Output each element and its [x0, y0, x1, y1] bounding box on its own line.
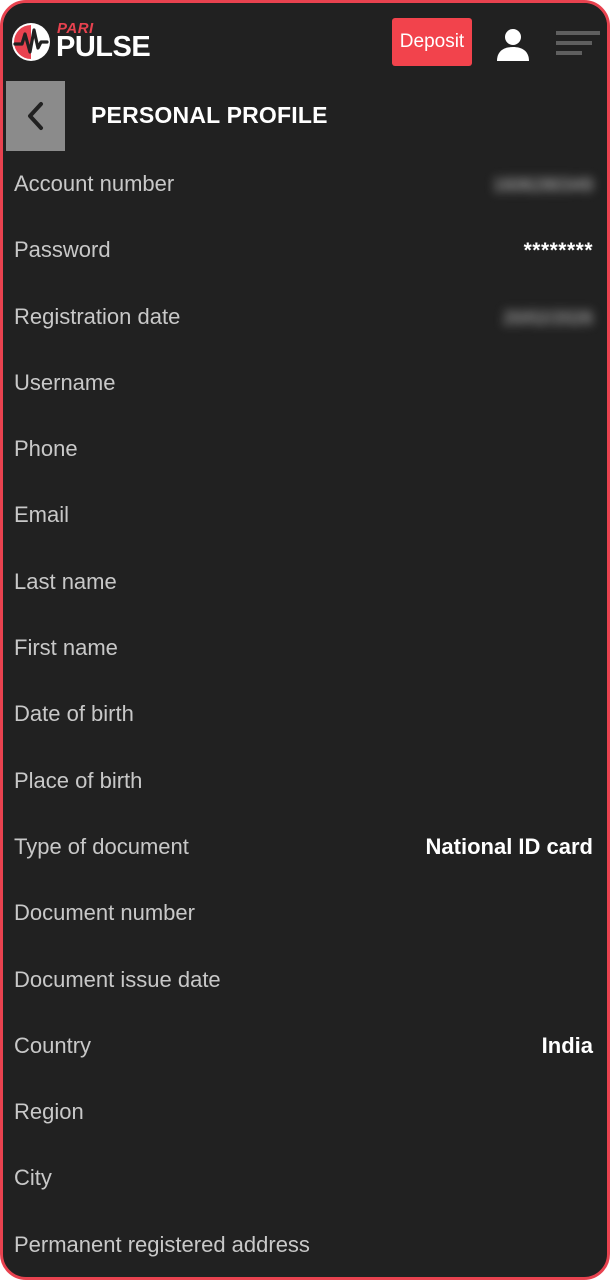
app-frame: PARI PULSE Deposit PERSONAL PROFILE Acco… [0, 0, 610, 1280]
row-label: Phone [14, 436, 78, 462]
profile-row-type-of-document[interactable]: Type of document National ID card [3, 814, 607, 880]
profile-row-phone[interactable]: Phone [3, 416, 607, 482]
profile-list: Account number 1606280349 Password *****… [3, 151, 607, 1277]
chevron-left-icon [27, 102, 43, 130]
row-value: 1606280349 [492, 175, 593, 195]
row-label: Region [14, 1099, 84, 1125]
profile-row-country[interactable]: Country India [3, 1013, 607, 1079]
logo-text-pulse: PULSE [56, 31, 151, 63]
profile-row-password[interactable]: Password ******** [3, 217, 607, 283]
row-label: Type of document [14, 833, 189, 859]
title-bar: PERSONAL PROFILE [3, 81, 607, 151]
page-title: PERSONAL PROFILE [91, 102, 328, 128]
profile-row-registration-date: Registration date 20/02/2026 [3, 284, 607, 350]
profile-row-email[interactable]: Email [3, 482, 607, 548]
row-label: Document number [14, 900, 195, 926]
back-button[interactable] [6, 81, 65, 151]
row-label: Document issue date [14, 966, 221, 992]
user-icon[interactable] [494, 25, 532, 63]
deposit-button[interactable]: Deposit [392, 18, 472, 66]
profile-row-region[interactable]: Region [3, 1079, 607, 1145]
profile-row-document-number[interactable]: Document number [3, 880, 607, 946]
profile-row-city[interactable]: City [3, 1145, 607, 1211]
row-label: City [14, 1165, 52, 1191]
profile-row-place-of-birth[interactable]: Place of birth [3, 748, 607, 814]
row-label: Country [14, 1032, 92, 1058]
profile-row-last-name[interactable]: Last name [3, 549, 607, 615]
row-label: First name [14, 635, 118, 661]
profile-row-permanent-address[interactable]: Permanent registered address [3, 1212, 607, 1277]
row-label: Email [14, 502, 70, 528]
row-label: Account number [14, 171, 175, 196]
profile-row-document-issue-date[interactable]: Document issue date [3, 947, 607, 1013]
row-label: Registration date [14, 303, 181, 329]
row-label: Date of birth [14, 701, 134, 727]
row-value: 20/02/2026 [502, 307, 593, 328]
row-value: ******** [523, 239, 593, 263]
hamburger-menu-icon[interactable] [554, 27, 602, 59]
row-label: Place of birth [14, 767, 143, 793]
profile-row-username[interactable]: Username [3, 350, 607, 416]
profile-row-date-of-birth[interactable]: Date of birth [3, 681, 607, 747]
profile-row-first-name[interactable]: First name [3, 615, 607, 681]
row-label: Last name [14, 568, 117, 594]
header: PARI PULSE Deposit [3, 3, 607, 81]
row-label: Permanent registered address [14, 1231, 310, 1257]
row-label: Password [14, 237, 111, 263]
profile-row-account-number: Account number 1606280349 [3, 151, 607, 217]
pari-pulse-logo-icon [12, 23, 50, 61]
row-value: National ID card [425, 833, 593, 859]
logo[interactable]: PARI PULSE [11, 18, 171, 64]
row-value: India [541, 1032, 593, 1058]
row-label: Username [14, 369, 116, 395]
